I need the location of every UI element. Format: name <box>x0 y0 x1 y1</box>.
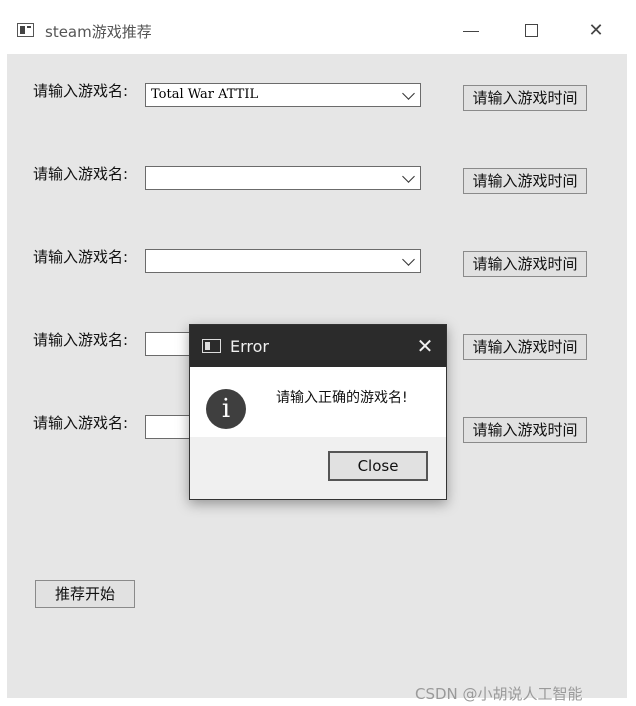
minimize-button[interactable] <box>456 18 486 44</box>
game-name-combobox-3[interactable] <box>145 249 421 273</box>
dialog-title: Error <box>230 337 269 356</box>
game-time-button-3[interactable]: 请输入游戏时间 <box>463 251 587 277</box>
game-name-label-1: 请输入游戏名: <box>33 82 129 100</box>
chevron-down-icon[interactable] <box>402 170 415 183</box>
game-name-label-4: 请输入游戏名: <box>33 331 129 349</box>
start-recommend-button[interactable]: 推荐开始 <box>35 580 135 608</box>
chevron-down-icon[interactable] <box>402 87 415 100</box>
game-name-label-5: 请输入游戏名: <box>33 414 129 432</box>
error-dialog: Error ✕ i 请输入正确的游戏名! Close <box>189 324 447 500</box>
game-name-label-2: 请输入游戏名: <box>33 165 129 183</box>
game-name-label-3: 请输入游戏名: <box>33 248 129 266</box>
game-name-combobox-2[interactable] <box>145 166 421 190</box>
game-time-button-5[interactable]: 请输入游戏时间 <box>463 417 587 443</box>
game-name-combobox-1[interactable]: Total War ATTIL <box>145 83 421 107</box>
watermark: CSDN @小胡说人工智能 <box>415 685 583 703</box>
close-button[interactable]: ✕ <box>581 18 611 44</box>
maximize-icon <box>525 24 538 37</box>
game-time-button-1[interactable]: 请输入游戏时间 <box>463 85 587 111</box>
game-time-button-4[interactable]: 请输入游戏时间 <box>463 334 587 360</box>
dialog-message: 请输入正确的游戏名! <box>276 390 408 406</box>
window-title: steam游戏推荐 <box>45 23 152 41</box>
game-time-button-2[interactable]: 请输入游戏时间 <box>463 168 587 194</box>
maximize-button[interactable] <box>517 18 547 44</box>
game-name-value-1: Total War ATTIL <box>151 87 259 102</box>
dialog-close-icon[interactable]: ✕ <box>412 333 438 359</box>
dialog-body: i 请输入正确的游戏名! <box>190 367 446 437</box>
dialog-close-button[interactable]: Close <box>328 451 428 481</box>
dialog-app-icon <box>202 339 221 353</box>
app-icon <box>17 23 34 37</box>
dialog-title-bar: Error ✕ <box>190 325 446 367</box>
minimize-icon <box>463 31 479 32</box>
close-icon: ✕ <box>588 20 604 41</box>
info-icon: i <box>206 389 246 429</box>
title-bar: steam游戏推荐 ✕ <box>7 8 627 54</box>
chevron-down-icon[interactable] <box>402 253 415 266</box>
